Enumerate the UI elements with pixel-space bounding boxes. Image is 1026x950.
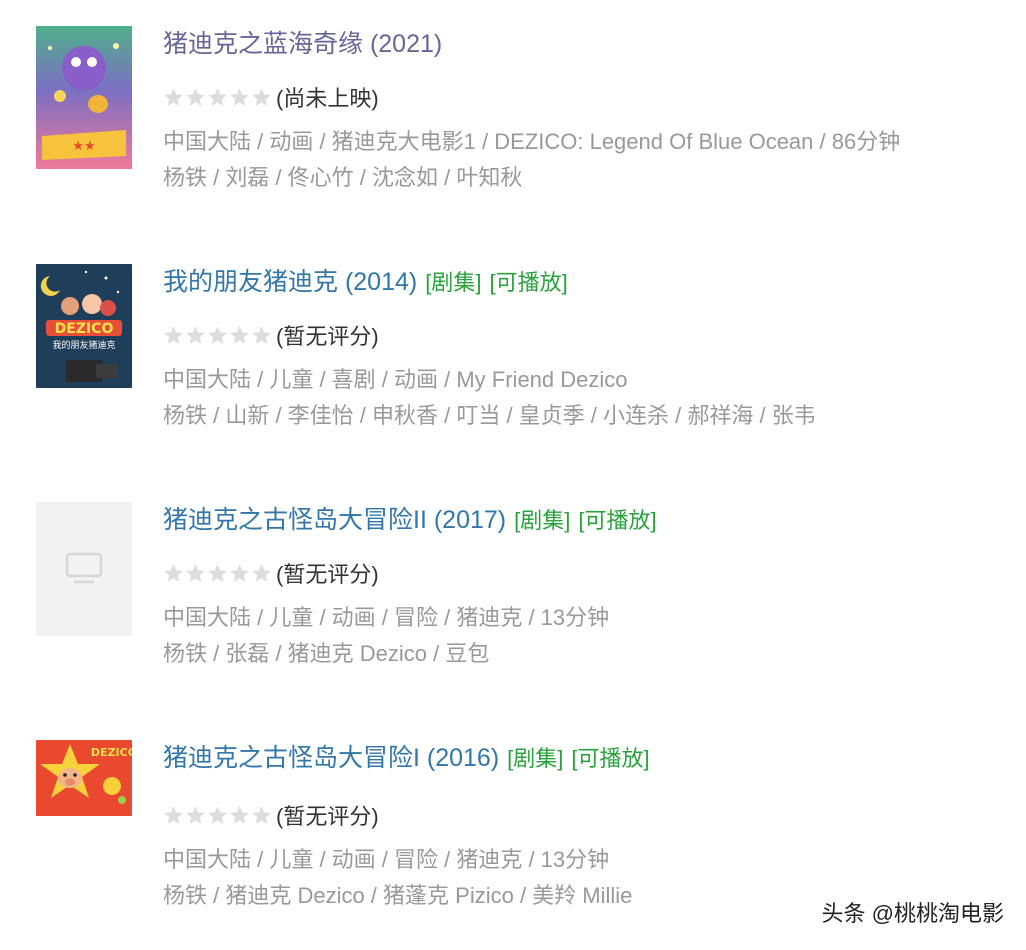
result-meta: 中国大陆 / 儿童 / 动画 / 冒险 / 猪迪克 / 13分钟 <box>163 605 610 630</box>
cartoon-poster-image: ★★ <box>36 26 132 169</box>
result-cast: 杨铁 / 猪迪克 Dezico / 猪蓬克 Pizico / 美羚 Millie <box>163 883 633 908</box>
tag-series[interactable]: [剧集] <box>514 508 570 533</box>
rating-row: (暂无评分) <box>163 320 379 350</box>
empty-star-icon <box>164 563 183 582</box>
rating-status: (暂无评分) <box>276 562 379 587</box>
empty-star-icon <box>208 805 227 824</box>
result-title-link[interactable]: 猪迪克之蓝海奇缘 (2021) <box>163 30 442 58</box>
empty-star-icon <box>164 325 183 344</box>
rating-status: (暂无评分) <box>276 804 379 829</box>
star-rating <box>163 563 272 584</box>
star-rating <box>163 87 272 108</box>
result-cast: 杨铁 / 张磊 / 猪迪克 Dezico / 豆包 <box>163 641 490 666</box>
empty-star-icon <box>252 805 271 824</box>
empty-star-icon <box>186 325 205 344</box>
rating-status: (尚未上映) <box>276 86 379 111</box>
empty-star-icon <box>208 563 227 582</box>
placeholder-poster-image <box>36 502 132 636</box>
empty-star-icon <box>230 563 249 582</box>
empty-star-icon <box>230 325 249 344</box>
empty-star-icon <box>230 87 249 106</box>
empty-star-icon <box>208 87 227 106</box>
result-title-row: 猪迪克之蓝海奇缘 (2021) <box>163 26 442 62</box>
tag-playable[interactable]: [可播放] <box>578 508 656 533</box>
poster-thumbnail[interactable]: DEZICO <box>36 740 132 816</box>
svg-text:DEZICO: DEZICO <box>91 746 132 759</box>
tag-playable[interactable]: [可播放] <box>489 270 567 295</box>
result-item: 猪迪克之古怪岛大冒险II (2017) [剧集] [可播放] (暂无评分) 中国大陆… <box>36 502 996 702</box>
empty-star-icon <box>186 87 205 106</box>
empty-star-icon <box>186 805 205 824</box>
result-cast: 杨铁 / 刘磊 / 佟心竹 / 沈念如 / 叶知秋 <box>163 165 523 190</box>
dezico-poster-image: DEZICO 我的朋友猪迪克 <box>36 264 132 388</box>
poster-thumbnail[interactable]: ★★ <box>36 26 132 169</box>
poster-thumbnail[interactable] <box>36 502 132 636</box>
empty-star-icon <box>252 325 271 344</box>
result-title-link[interactable]: 我的朋友猪迪克 (2014) <box>163 268 417 296</box>
star-rating <box>163 325 272 346</box>
result-item: DEZICO 我的朋友猪迪克 我的朋友猪迪克 (2014) [剧集] [可播放] (… <box>36 264 996 464</box>
empty-star-icon <box>186 563 205 582</box>
svg-text:★★: ★★ <box>72 139 95 154</box>
rating-row: (暂无评分) <box>163 800 379 830</box>
result-title-row: 猪迪克之古怪岛大冒险I (2016) [剧集] [可播放] <box>163 740 650 777</box>
empty-star-icon <box>164 805 183 824</box>
tag-playable[interactable]: [可播放] <box>571 746 649 771</box>
empty-star-icon <box>252 563 271 582</box>
result-title-row: 猪迪克之古怪岛大冒险II (2017) [剧集] [可播放] <box>163 502 657 539</box>
result-meta: 中国大陆 / 儿童 / 动画 / 冒险 / 猪迪克 / 13分钟 <box>163 847 610 872</box>
empty-star-icon <box>164 87 183 106</box>
rating-row: (尚未上映) <box>163 82 379 112</box>
result-title-link[interactable]: 猪迪克之古怪岛大冒险I (2016) <box>163 744 499 772</box>
tag-series[interactable]: [剧集] <box>507 746 563 771</box>
empty-star-icon <box>208 325 227 344</box>
watermark-text: 头条 @桃桃淘电影 <box>821 901 1004 926</box>
result-title-row: 我的朋友猪迪克 (2014) [剧集] [可播放] <box>163 264 568 301</box>
poster-thumbnail[interactable]: DEZICO 我的朋友猪迪克 <box>36 264 132 388</box>
rating-status: (暂无评分) <box>276 324 379 349</box>
result-item: ★★ 猪迪克之蓝海奇缘 (2021) (尚未上映) 中国大陆 / 动画 / 猪迪… <box>36 26 996 226</box>
empty-star-icon <box>252 87 271 106</box>
result-meta: 中国大陆 / 儿童 / 喜剧 / 动画 / My Friend Dezico <box>163 367 628 392</box>
star-rating <box>163 805 272 826</box>
rating-row: (暂无评分) <box>163 558 379 588</box>
empty-star-icon <box>230 805 249 824</box>
svg-text:DEZICO: DEZICO <box>55 321 114 337</box>
svg-text:我的朋友猪迪克: 我的朋友猪迪克 <box>52 339 115 351</box>
result-meta: 中国大陆 / 动画 / 猪迪克大电影1 / DEZICO: Legend Of … <box>163 129 901 154</box>
result-title-link[interactable]: 猪迪克之古怪岛大冒险II (2017) <box>163 506 506 534</box>
star-pig-poster-image: DEZICO <box>36 740 132 816</box>
result-cast: 杨铁 / 山新 / 李佳怡 / 申秋香 / 叮当 / 皇贞季 / 小连杀 / 郝… <box>163 403 816 428</box>
tag-series[interactable]: [剧集] <box>425 270 481 295</box>
